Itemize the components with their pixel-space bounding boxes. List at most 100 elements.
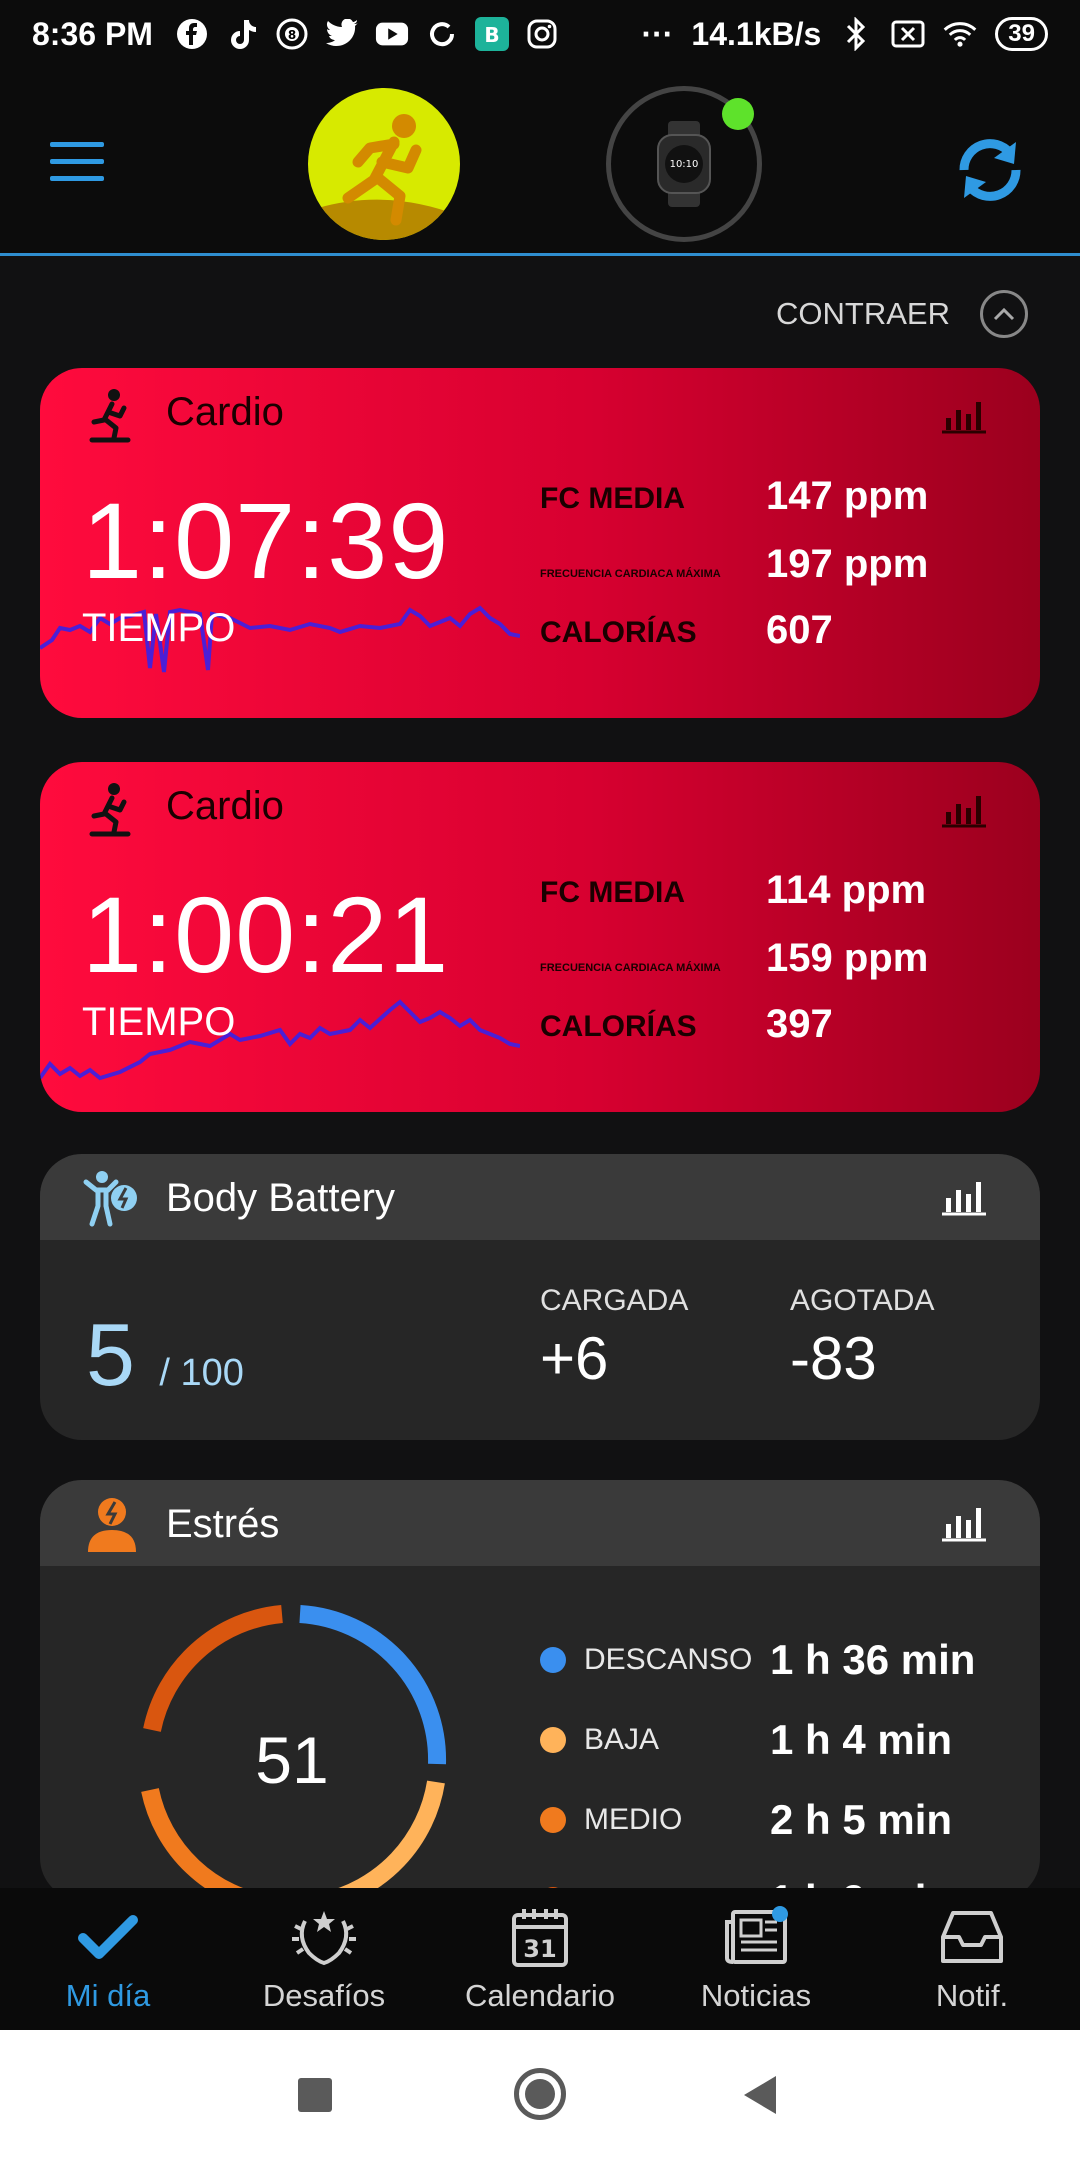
svg-text:10:10: 10:10 xyxy=(670,159,699,170)
system-navigation-bar xyxy=(0,2030,1080,2160)
cardio-runner-icon xyxy=(88,388,136,444)
calendar-day: 31 xyxy=(523,1935,556,1963)
calories-value: 397 xyxy=(766,1002,833,1046)
drained-value: -83 xyxy=(790,1325,877,1392)
nav-notifications[interactable]: Notif. xyxy=(864,1888,1080,2030)
device-connected-dot xyxy=(722,98,754,130)
app-b-icon: B xyxy=(474,17,509,51)
inbox-icon xyxy=(937,1902,1007,1972)
duration-label: TIEMPO xyxy=(82,1000,236,1044)
charged-label: CARGADA xyxy=(540,1284,689,1317)
svg-text:8: 8 xyxy=(288,28,296,42)
status-time: 8:36 PM xyxy=(32,15,153,52)
twitter-icon xyxy=(325,17,359,51)
stress-legend: DESCANSO 1 h 36 min BAJA 1 h 4 min MEDIO… xyxy=(540,1620,1020,1900)
sync-icon[interactable] xyxy=(950,130,1030,210)
news-unread-dot xyxy=(772,1906,788,1922)
avg-hr-value: 114 ppm xyxy=(766,868,927,912)
body-battery-level: 5 / 100 xyxy=(86,1304,244,1406)
activity-title: Cardio xyxy=(166,784,284,828)
stress-value: 51 xyxy=(255,1723,329,1797)
check-icon xyxy=(73,1902,143,1972)
nav-label: Calendario xyxy=(465,1978,615,2013)
level-value: 1 h 4 min xyxy=(770,1716,953,1763)
activity-title: Cardio xyxy=(166,390,284,434)
level-label: BAJA xyxy=(584,1723,660,1756)
level-value: 1 h 36 min xyxy=(770,1636,976,1683)
notification-icons: 8 B xyxy=(175,17,559,51)
chart-icon[interactable] xyxy=(940,788,988,828)
activity-duration: 1:07:39 xyxy=(82,480,450,601)
body-battery-title: Body Battery xyxy=(166,1176,396,1220)
body-battery-icon xyxy=(82,1168,142,1228)
stress-title: Estrés xyxy=(166,1502,280,1546)
stress-card[interactable]: Estrés 51 DESCANSO 1 h 36 min BAJA 1 h 4… xyxy=(40,1480,1040,1900)
cardio-activity-card[interactable]: Cardio 1:07:39 TIEMPO FC MEDIA 147 ppm F… xyxy=(40,368,1040,718)
recent-apps-button[interactable] xyxy=(298,2078,332,2112)
battery-indicator: 39 xyxy=(995,17,1048,51)
nav-label: Desafíos xyxy=(262,1978,386,2013)
network-speed: 14.1kB/s xyxy=(691,15,822,52)
charged-value: +6 xyxy=(540,1325,609,1392)
stress-icon xyxy=(82,1494,142,1554)
drained-stat: AGOTADA -83 xyxy=(790,1284,934,1393)
nav-challenges[interactable]: Desafíos xyxy=(216,1888,432,2030)
body-battery-max: / 100 xyxy=(159,1352,244,1394)
medium-dot xyxy=(540,1807,566,1833)
back-button[interactable] xyxy=(744,2076,776,2114)
nav-news[interactable]: Noticias xyxy=(648,1888,864,2030)
cardio-activity-card[interactable]: Cardio 1:00:21 TIEMPO FC MEDIA 114 ppm F… xyxy=(40,762,1040,1112)
avg-hr-value: 147 ppm xyxy=(766,474,929,518)
chart-icon[interactable] xyxy=(940,394,988,434)
collapse-label: CONTRAER xyxy=(776,296,950,331)
level-label: DESCANSO xyxy=(584,1643,753,1676)
tiktok-icon xyxy=(225,17,259,51)
nav-my-day[interactable]: Mi día xyxy=(0,1888,216,2030)
calendar-icon: 31 xyxy=(505,1902,575,1972)
chart-icon[interactable] xyxy=(940,1502,988,1542)
cardio-runner-icon xyxy=(88,782,136,838)
stress-level-medium: MEDIO 2 h 5 min xyxy=(540,1780,1020,1860)
chart-icon[interactable] xyxy=(940,1176,988,1216)
calories-value: 607 xyxy=(766,608,833,652)
eight-ball-icon: 8 xyxy=(275,17,309,51)
level-label: MEDIO xyxy=(584,1803,683,1836)
collapse-toggle[interactable]: CONTRAER xyxy=(776,290,1028,338)
calories-label: CALORÍAS xyxy=(540,1010,697,1043)
nav-calendar[interactable]: 31 Calendario xyxy=(432,1888,648,2030)
max-hr-value: 159 ppm xyxy=(766,936,929,980)
no-sim-icon xyxy=(891,17,925,51)
low-dot xyxy=(540,1727,566,1753)
body-battery-card[interactable]: Body Battery 5 / 100 CARGADA +6 AGOTADA … xyxy=(40,1154,1040,1440)
hamburger-icon[interactable] xyxy=(50,142,104,182)
max-hr-label: FRECUENCIA CARDIACA MÁXIMA xyxy=(540,568,721,580)
instagram-icon xyxy=(525,17,559,51)
more-notifications: ··· xyxy=(641,15,674,52)
rest-dot xyxy=(540,1647,566,1673)
refresh-small-icon xyxy=(425,17,459,51)
laurel-icon xyxy=(289,1902,359,1972)
avg-hr-label: FC MEDIA xyxy=(540,876,685,909)
nav-label: Notif. xyxy=(935,1978,1009,2013)
wifi-icon xyxy=(943,17,977,51)
status-bar: 8:36 PM 8 B ··· 14.1kB/s 39 xyxy=(0,0,1080,68)
youtube-icon xyxy=(375,17,409,51)
max-hr-value: 197 ppm xyxy=(766,542,929,586)
stress-level-low: BAJA 1 h 4 min xyxy=(540,1700,1020,1780)
home-button[interactable] xyxy=(514,2068,566,2120)
chevron-up-icon xyxy=(980,290,1028,338)
app-header: 10:10 xyxy=(0,68,1080,256)
body-battery-header: Body Battery xyxy=(40,1154,1040,1240)
nav-label: Noticias xyxy=(700,1978,812,2013)
activity-duration: 1:00:21 xyxy=(82,874,450,995)
drained-label: AGOTADA xyxy=(790,1284,935,1317)
max-hr-label: FRECUENCIA CARDIACA MÁXIMA xyxy=(540,962,721,974)
body-battery-value: 5 xyxy=(86,1305,135,1404)
duration-label: TIEMPO xyxy=(82,606,236,650)
bluetooth-icon xyxy=(839,17,873,51)
runner-icon[interactable] xyxy=(308,88,460,240)
nav-label: Mi día xyxy=(65,1978,151,2013)
stress-level-rest: DESCANSO 1 h 36 min xyxy=(540,1620,1020,1700)
bottom-navigation: Mi día Desafíos 31 Calendario Noticias N… xyxy=(0,1888,1080,2030)
calories-label: CALORÍAS xyxy=(540,616,697,649)
